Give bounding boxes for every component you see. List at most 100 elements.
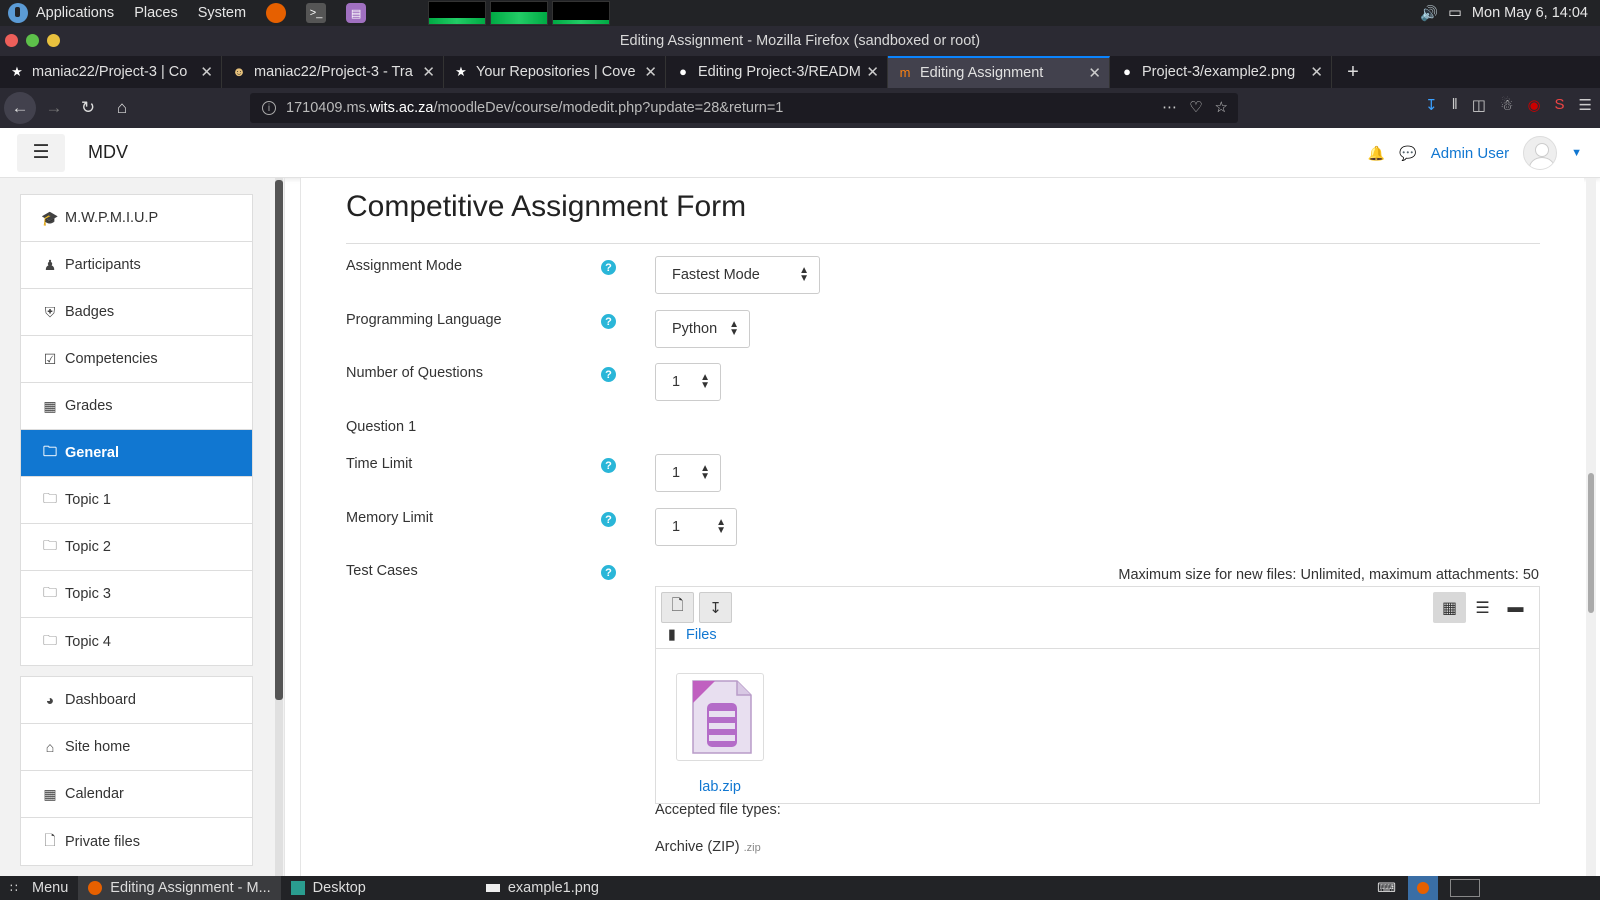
number-of-questions-label: Number of Questions — [346, 365, 484, 381]
help-icon[interactable]: ? — [601, 367, 616, 382]
close-tab-icon[interactable]: ✕ — [422, 63, 435, 81]
site-name[interactable]: MDV — [88, 142, 128, 163]
tab-project3-travis[interactable]: ☻ maniac22/Project-3 - Tra ✕ — [222, 56, 444, 88]
sidebar-toggle-icon[interactable]: ◫ — [1472, 96, 1486, 114]
help-icon[interactable]: ? — [601, 512, 616, 527]
sidebar-item-participants[interactable]: ♟ Participants — [21, 242, 252, 289]
help-icon[interactable]: ? — [601, 314, 616, 329]
files-root-link[interactable]: Files — [686, 627, 717, 643]
icons-view-button[interactable]: ▦ — [1433, 592, 1466, 623]
close-tab-icon[interactable]: ✕ — [1310, 63, 1323, 81]
file-item[interactable]: lab.zip — [676, 673, 764, 795]
page-scrollbar[interactable] — [1586, 178, 1596, 876]
file-limits-text: Maximum size for new files: Unlimited, m… — [1118, 567, 1539, 583]
taskbar-firefox-window[interactable]: Editing Assignment - M... — [78, 876, 281, 900]
file-icon: 🗋 — [44, 831, 56, 848]
time-limit-select[interactable]: 1 ▲ ▼ — [655, 454, 721, 492]
help-icon[interactable]: ? — [601, 458, 616, 473]
system-menu[interactable]: System — [198, 5, 246, 21]
clock[interactable]: Mon May 6, 14:04 — [1472, 5, 1588, 21]
assignment-mode-select[interactable]: Fastest Mode ▲ ▼ — [655, 256, 820, 294]
folder-icon: 🗀 — [43, 584, 57, 600]
page-scrollbar-thumb[interactable] — [1588, 473, 1594, 613]
reload-button[interactable]: ↻ — [72, 92, 104, 124]
close-tab-icon[interactable]: ✕ — [1088, 64, 1101, 82]
users-icon: ♟ — [43, 256, 57, 273]
menu-button[interactable]: ∷ Menu — [0, 876, 78, 900]
close-tab-icon[interactable]: ✕ — [866, 63, 879, 81]
volume-icon[interactable]: 🔊 — [1420, 5, 1438, 22]
sidebar-item-competencies[interactable]: ☑ Competencies — [21, 336, 252, 383]
firefox-tray-icon[interactable] — [1408, 876, 1438, 900]
tree-view-button[interactable]: ▬ — [1499, 592, 1532, 623]
tab-project3-coverage[interactable]: ★ maniac22/Project-3 | Co ✕ — [0, 56, 222, 88]
addon-s-icon[interactable]: S — [1555, 96, 1565, 114]
drawer-toggle-button[interactable]: ☰ — [17, 133, 65, 172]
forward-button[interactable]: → — [38, 92, 70, 124]
help-icon[interactable]: ? — [601, 565, 616, 580]
tab-editing-assignment[interactable]: m Editing Assignment ✕ — [888, 56, 1110, 88]
user-menu-name[interactable]: Admin User — [1431, 145, 1509, 162]
user-menu-caret-icon[interactable]: ▼ — [1571, 147, 1582, 159]
select-arrows-icon: ▲ ▼ — [700, 372, 710, 391]
list-view-button[interactable]: ☰ — [1466, 592, 1499, 623]
number-of-questions-select[interactable]: 1 ▲ ▼ — [655, 363, 721, 401]
close-window-button[interactable] — [5, 34, 18, 47]
taskbar-example1-png[interactable]: example1.png — [476, 876, 609, 900]
home-button[interactable]: ⌂ — [106, 92, 138, 124]
window-title: Editing Assignment - Mozilla Firefox (sa… — [619, 33, 981, 49]
sidebar-item-course[interactable]: 🎓 M.W.P.M.I.U.P — [21, 195, 252, 242]
hamburger-menu-icon[interactable]: ☰ — [1579, 96, 1592, 114]
download-all-button[interactable]: ↧ — [699, 592, 732, 623]
sidebar-item-badges[interactable]: ⛨ Badges — [21, 289, 252, 336]
notifications-bell-icon[interactable]: 🔔 — [1368, 145, 1385, 162]
places-menu[interactable]: Places — [134, 5, 178, 21]
firefox-launcher-icon[interactable] — [266, 3, 287, 23]
sidebar-item-private-files[interactable]: 🗋 Private files — [21, 818, 252, 865]
applications-menu[interactable]: Applications — [36, 5, 114, 21]
programming-language-select[interactable]: Python ▲ ▼ — [655, 310, 750, 348]
pocket-icon[interactable]: ♡ — [1189, 98, 1202, 116]
downloads-icon[interactable]: ↧ — [1425, 96, 1438, 114]
sidebar-item-topic-1[interactable]: 🗀 Topic 1 — [21, 477, 252, 524]
bookmark-star-icon[interactable]: ☆ — [1215, 98, 1228, 116]
tab-editing-readme[interactable]: ● Editing Project-3/READM ✕ — [666, 56, 888, 88]
ublock-icon[interactable]: ◉ — [1527, 96, 1540, 114]
close-tab-icon[interactable]: ✕ — [200, 63, 213, 81]
table-icon: ▦ — [43, 397, 57, 414]
memory-limit-select[interactable]: 1 ▲ ▼ — [655, 508, 737, 546]
sidebar-item-general[interactable]: 🗀 General — [21, 430, 252, 477]
sidebar-item-topic-2[interactable]: 🗀 Topic 2 — [21, 524, 252, 571]
workspace-switcher-icon[interactable] — [1450, 879, 1480, 897]
sidebar-item-dashboard[interactable]: ◕ Dashboard — [21, 677, 252, 724]
sidebar-item-topic-4[interactable]: 🗀 Topic 4 — [21, 618, 252, 665]
url-bar[interactable]: i 1710409.ms. wits.ac.za/moodleDev/course… — [250, 93, 1238, 123]
extension-icon[interactable]: ☃ — [1500, 96, 1513, 114]
sidebar-item-calendar[interactable]: ▦ Calendar — [21, 771, 252, 818]
tab-your-repositories[interactable]: ★ Your Repositories | Cove ✕ — [444, 56, 666, 88]
display-icon[interactable]: ▭ — [1448, 5, 1462, 21]
sidebar-scrollbar-thumb[interactable] — [275, 180, 283, 700]
gnome-logo-icon[interactable] — [8, 3, 28, 23]
taskbar-desktop[interactable]: Desktop — [281, 876, 376, 900]
add-file-button[interactable]: 🗋 — [661, 592, 694, 623]
sidebar-item-topic-3[interactable]: 🗀 Topic 3 — [21, 571, 252, 618]
keyboard-layout-icon[interactable]: ⌨ — [1377, 880, 1396, 896]
minimize-window-button[interactable] — [47, 34, 60, 47]
info-icon[interactable]: i — [262, 101, 276, 115]
file-name[interactable]: lab.zip — [676, 779, 764, 795]
maximize-window-button[interactable] — [26, 34, 39, 47]
library-icon[interactable]: ‖ — [1452, 96, 1458, 114]
avatar[interactable] — [1523, 136, 1558, 170]
text-editor-launcher-icon[interactable]: ▤ — [346, 3, 367, 23]
close-tab-icon[interactable]: ✕ — [644, 63, 657, 81]
tab-example2-png[interactable]: ● Project-3/example2.png ✕ — [1110, 56, 1332, 88]
page-actions-icon[interactable]: ⋯ — [1162, 98, 1177, 116]
new-tab-button[interactable]: + — [1332, 56, 1372, 88]
messages-icon[interactable]: 💬 — [1399, 145, 1416, 162]
terminal-launcher-icon[interactable]: >_ — [306, 3, 327, 23]
help-icon[interactable]: ? — [601, 260, 616, 275]
sidebar-item-grades[interactable]: ▦ Grades — [21, 383, 252, 430]
back-button[interactable]: ← — [4, 92, 36, 124]
sidebar-item-site-home[interactable]: ⌂ Site home — [21, 724, 252, 771]
